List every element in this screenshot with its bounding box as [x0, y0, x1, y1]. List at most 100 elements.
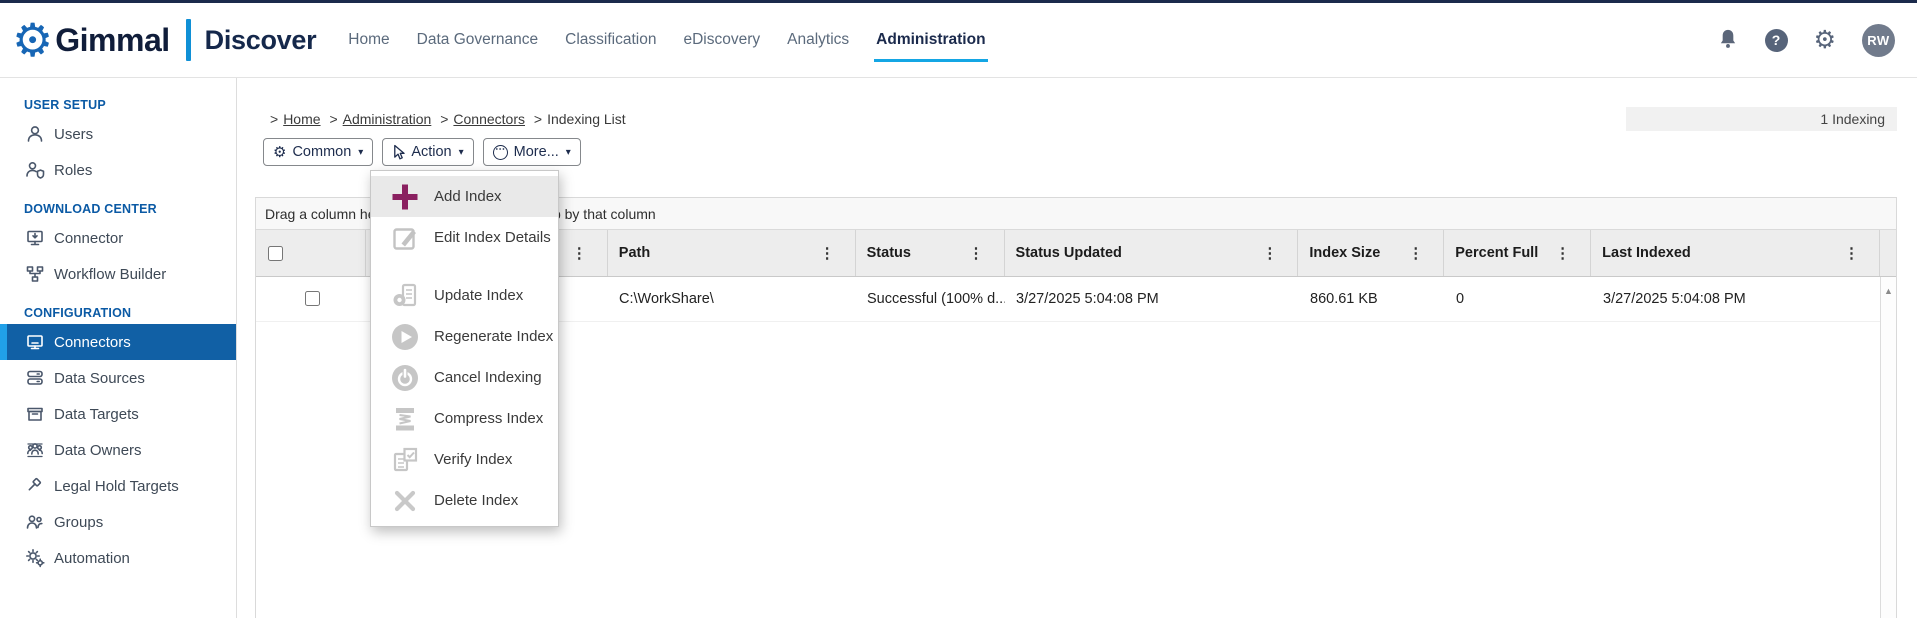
- menu-item-regenerate-index[interactable]: Regenerate Index: [371, 316, 558, 357]
- column-menu-icon[interactable]: ⋮: [1555, 244, 1570, 262]
- column-menu-icon[interactable]: ⋮: [572, 244, 587, 262]
- nav-data-governance[interactable]: Data Governance: [417, 31, 539, 49]
- brand-divider: [185, 19, 191, 61]
- sidebar-item-legal-hold-targets[interactable]: Legal Hold Targets: [0, 468, 236, 504]
- column-menu-icon[interactable]: ⋮: [1844, 244, 1859, 262]
- box-icon: [24, 404, 46, 424]
- indexing-count-badge: 1 Indexing: [1626, 107, 1897, 131]
- row-checkbox[interactable]: [305, 291, 320, 306]
- sidebar-item-data-targets[interactable]: Data Targets: [0, 396, 236, 432]
- column-header-percent-full[interactable]: Percent Full ⋮: [1444, 230, 1592, 276]
- notifications-bell-icon[interactable]: [1717, 28, 1739, 52]
- menu-item-cancel-indexing[interactable]: Cancel Indexing: [371, 357, 558, 398]
- brand-product: Discover: [204, 24, 317, 55]
- sidebar-item-data-sources[interactable]: Data Sources: [0, 360, 236, 396]
- sidebar-item-data-owners[interactable]: Data Owners: [0, 432, 236, 468]
- main-nav: Home Data Governance Classification eDis…: [348, 31, 988, 62]
- verify-checklist-icon: [387, 442, 423, 478]
- sidebar-item-workflow-builder[interactable]: Workflow Builder: [0, 256, 236, 292]
- nav-home[interactable]: Home: [348, 31, 389, 49]
- menu-item-edit-index-details[interactable]: Edit Index Details: [371, 217, 558, 258]
- x-icon: [387, 483, 423, 519]
- column-header-last-indexed[interactable]: Last Indexed ⋮: [1591, 230, 1880, 276]
- nav-ediscovery[interactable]: eDiscovery: [683, 31, 760, 49]
- column-header-index-size[interactable]: Index Size ⋮: [1298, 230, 1445, 276]
- main-content: > Home > Administration > Connectors > Index…: [237, 78, 1917, 618]
- column-menu-icon[interactable]: ⋮: [1262, 244, 1277, 262]
- vertical-scrollbar[interactable]: ▲: [1880, 277, 1896, 618]
- help-icon[interactable]: ?: [1764, 28, 1788, 52]
- section-download-center: DOWNLOAD CENTER: [24, 202, 157, 216]
- cell-status-updated: 3/27/2025 5:04:08 PM: [1016, 291, 1159, 307]
- pointer-icon: [392, 144, 406, 161]
- cell-last-indexed: 3/27/2025 5:04:08 PM: [1603, 291, 1746, 307]
- automation-gears-icon: [24, 548, 46, 568]
- menu-item-compress-index[interactable]: Compress Index: [371, 398, 558, 439]
- chevron-down-icon: ▾: [458, 146, 464, 158]
- cell-index-size: 860.61 KB: [1310, 291, 1378, 307]
- common-menu-button[interactable]: ⚙ Common ▾: [263, 138, 374, 166]
- roles-shield-icon: [24, 160, 46, 180]
- workflow-icon: [24, 264, 46, 284]
- section-user-setup: USER SETUP: [24, 98, 106, 112]
- select-all-checkbox[interactable]: [268, 245, 283, 261]
- cell-path: C:\WorkShare\: [619, 291, 714, 307]
- server-stack-icon: [24, 368, 46, 388]
- column-menu-icon[interactable]: ⋮: [969, 244, 984, 262]
- action-dropdown-menu: Add Index Edit Index Details Update Inde…: [370, 170, 559, 527]
- brand-logo[interactable]: ⚙ Gimmal Discover: [12, 14, 317, 66]
- sidebar-item-connector-download[interactable]: Connector: [0, 220, 236, 256]
- section-configuration: CONFIGURATION: [24, 306, 132, 320]
- ellipsis-circle-icon: ⋯: [492, 144, 508, 160]
- chevron-down-icon: ▾: [358, 146, 364, 158]
- sidebar-item-roles[interactable]: Roles: [0, 152, 236, 188]
- grid-toolbar: ⚙ Common ▾ Action ▾ ⋯ More... ▾: [263, 138, 581, 166]
- header-scrollbar-cap: [1880, 230, 1896, 276]
- sidebar-item-groups[interactable]: Groups: [0, 504, 236, 540]
- user-icon: [24, 124, 46, 144]
- app-header: ⚙ Gimmal Discover Home Data Governance C…: [0, 3, 1917, 78]
- sidebar-item-automation[interactable]: Automation: [0, 540, 236, 576]
- breadcrumb-connectors[interactable]: Connectors: [453, 111, 525, 127]
- menu-item-add-index[interactable]: Add Index: [371, 176, 558, 217]
- gimmal-gear-icon: ⚙: [12, 14, 54, 66]
- column-header-status[interactable]: Status ⋮: [856, 230, 1005, 276]
- people-group-icon: [24, 440, 46, 460]
- more-menu-button[interactable]: ⋯ More... ▾: [482, 138, 581, 166]
- nav-administration[interactable]: Administration: [874, 31, 988, 62]
- menu-item-delete-index[interactable]: Delete Index: [371, 480, 558, 521]
- scroll-up-icon[interactable]: ▲: [1881, 277, 1896, 296]
- breadcrumb-home[interactable]: Home: [283, 111, 320, 127]
- settings-gear-icon[interactable]: ⚙: [1814, 27, 1836, 53]
- compress-icon: [387, 401, 423, 437]
- play-circle-icon: [387, 319, 423, 355]
- download-monitor-icon: [24, 228, 46, 248]
- breadcrumb-administration[interactable]: Administration: [343, 111, 432, 127]
- column-header-path[interactable]: Path ⋮: [608, 230, 856, 276]
- groups-icon: [24, 512, 46, 532]
- breadcrumb-current: Indexing List: [547, 111, 626, 127]
- menu-item-update-index[interactable]: Update Index: [371, 275, 558, 316]
- cell-percent-full: 0: [1456, 291, 1465, 307]
- column-menu-icon[interactable]: ⋮: [820, 244, 835, 262]
- user-avatar[interactable]: RW: [1862, 23, 1895, 57]
- sidebar: USER SETUP Users Roles DOWNLOAD CENTER C…: [0, 78, 237, 618]
- chevron-down-icon: ▾: [565, 146, 571, 158]
- breadcrumb: > Home > Administration > Connectors > Index…: [270, 111, 626, 127]
- nav-analytics[interactable]: Analytics: [787, 31, 849, 49]
- select-all-checkbox-cell: [256, 230, 366, 276]
- sidebar-item-users[interactable]: Users: [0, 116, 236, 152]
- plus-icon: [387, 179, 423, 215]
- column-header-status-updated[interactable]: Status Updated ⋮: [1005, 230, 1299, 276]
- power-circle-icon: [387, 360, 423, 396]
- gavel-icon: [24, 476, 46, 496]
- edit-icon: [387, 220, 423, 256]
- menu-item-verify-index[interactable]: Verify Index: [371, 439, 558, 480]
- action-menu-button[interactable]: Action ▾: [382, 138, 474, 166]
- column-menu-icon[interactable]: ⋮: [1408, 244, 1423, 262]
- gear-icon: ⚙: [273, 143, 287, 161]
- sidebar-item-connectors[interactable]: Connectors: [0, 324, 236, 360]
- nav-classification[interactable]: Classification: [565, 31, 656, 49]
- cell-status: Successful (100% d...: [867, 291, 1005, 307]
- monitor-icon: [24, 332, 46, 352]
